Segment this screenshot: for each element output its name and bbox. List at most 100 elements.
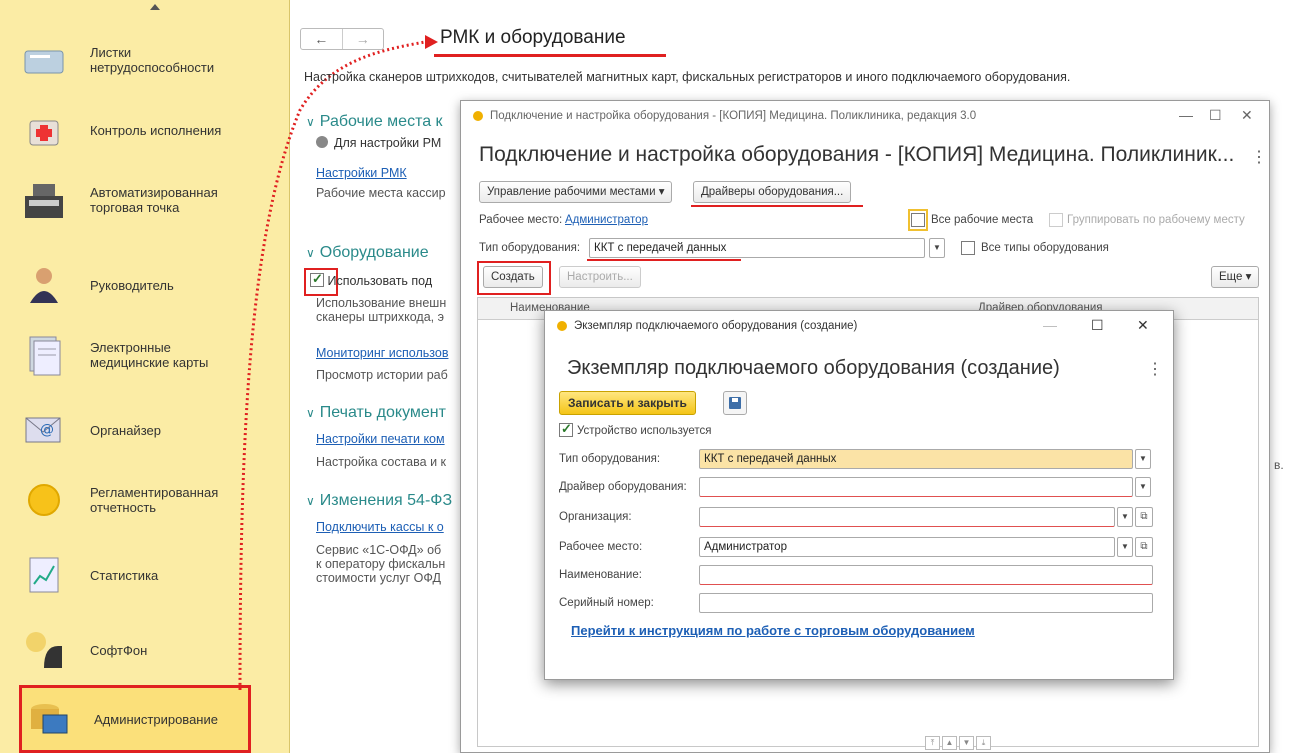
group-by-label: Группировать по рабочему месту [1067,214,1245,226]
scroll-down-icon[interactable]: ▼ [959,736,974,750]
scroll-up-icon[interactable]: ▲ [942,736,957,750]
open-icon[interactable]: ⧉ [1135,537,1153,557]
svg-text:@: @ [40,422,54,438]
checkbox[interactable] [310,271,324,287]
instructions-link[interactable]: Перейти к инструкциям по работе с торгов… [571,623,975,638]
report-circle-icon [18,477,70,523]
softphone-icon [18,627,70,673]
maximize-button[interactable]: ☐ [1091,317,1104,334]
dialog-titlebar: Экземпляр подключаемого оборудования (со… [545,311,1173,341]
section-print[interactable]: ∨ Печать документ [306,404,446,422]
equipment-type-label: Тип оборудования: [479,242,581,254]
all-workplaces-label: Все рабочие места [931,214,1034,226]
dialog-title: Экземпляр подключаемого оборудования (со… [574,320,858,332]
window-heading: Подключение и настройка оборудования - [… [479,143,1235,166]
more-button[interactable]: Еще ▾ [1211,266,1260,288]
chevron-down-icon[interactable]: ▼ [1117,507,1133,527]
workplace-link[interactable]: Администратор [565,214,648,226]
save-disk-icon[interactable] [723,391,747,415]
minimize-button[interactable]: — [1179,107,1193,123]
checkbox[interactable] [1049,213,1063,227]
chevron-down-icon[interactable]: ▼ [1135,449,1151,469]
workplaces-text: Рабочие места кассир [316,186,446,200]
equipment-type-field[interactable]: ККТ с передачей данных [589,238,925,258]
drivers-button[interactable]: Драйверы оборудования... [693,181,852,203]
in-use-checkbox[interactable] [559,421,573,438]
connect-cash-link[interactable]: Подключить кассы к о [316,520,444,534]
equipment-type-underline [587,259,741,261]
changes-text: Сервис «1С-ОФД» об к оператору фискальн … [316,543,446,585]
chevron-down-icon[interactable]: ▼ [1117,537,1133,557]
section-equipment[interactable]: ∨ Оборудование [306,244,429,262]
print-text: Настройка состава и к [316,455,446,469]
name-input[interactable] [699,565,1153,585]
statistics-icon [18,552,70,598]
dialog-heading: Экземпляр подключаемого оборудования (со… [567,357,1060,379]
medical-records-icon [18,332,70,378]
use-equipment-checkbox[interactable]: Использовать под [310,271,432,288]
all-types-checkbox[interactable] [961,241,975,256]
more-vert-icon[interactable]: ⋮ [1147,359,1163,379]
more-vert-icon[interactable]: ⋮ [1251,147,1267,167]
configure-button[interactable]: Настроить... [559,266,641,288]
workplace-input[interactable]: Администратор [699,537,1115,557]
section-workplaces[interactable]: ∨ Рабочие места к [306,113,443,131]
rmk-settings-link[interactable]: Настройки РМК [316,166,407,180]
checkbox[interactable] [961,241,975,255]
manager-icon [18,262,70,308]
sidebar-item-administration[interactable]: Администрирование [19,685,251,753]
organization-input[interactable] [699,507,1115,527]
app-dot-icon [473,111,483,121]
open-icon[interactable]: ⧉ [1135,507,1153,527]
checkbox[interactable] [911,213,925,227]
minimize-button[interactable]: — [1043,317,1057,333]
section-changes[interactable]: ∨ Изменения 54-ФЗ [306,492,452,510]
field-label-type: Тип оборудования: [559,453,661,465]
create-highlight [477,261,551,295]
info-icon [316,136,328,148]
field-label-workplace: Рабочее место: [559,541,643,553]
window-titlebar: Подключение и настройка оборудования - [… [461,101,1269,131]
table-scroll-controls: ⤒ ▲ ▼ ⤓ [925,736,991,750]
save-close-button[interactable]: Записать и закрыть [559,391,696,415]
manage-workplaces-button[interactable]: Управление рабочими местами ▾ [479,181,673,203]
chevron-down-icon: ∨ [306,246,315,260]
workplaces-hint: Для настройки РМ [316,136,441,150]
page-title: РМК и оборудование [440,27,626,48]
field-label-name: Наименование: [559,569,642,581]
group-by-checkbox[interactable] [1049,213,1063,228]
edge-text: в. [1274,458,1284,472]
close-button[interactable]: ✕ [1241,107,1253,124]
workplace-label: Рабочее место: [479,214,563,226]
email-icon: @ [18,407,70,453]
chevron-down-icon: ∨ [306,494,315,508]
checkbox[interactable] [559,421,573,437]
chevron-down-icon[interactable]: ▼ [929,238,945,258]
all-workplaces-checkbox[interactable] [911,213,925,228]
scroll-up-icon[interactable] [150,4,160,10]
serial-input[interactable] [699,593,1153,613]
field-label-driver: Драйвер оборудования: [559,481,687,493]
drivers-underline [691,205,863,207]
equipment-text: Использование внешн сканеры штрихкода, э [316,296,447,324]
equipment-instance-dialog: Экземпляр подключаемого оборудования (со… [544,310,1174,680]
driver-input[interactable] [699,477,1133,497]
field-label-org: Организация: [559,511,632,523]
print-settings-link[interactable]: Настройки печати ком [316,432,445,446]
scroll-top-icon[interactable]: ⤒ [925,736,940,750]
close-button[interactable]: ✕ [1137,317,1149,334]
chevron-down-icon: ∨ [306,406,315,420]
sick-leave-icon [18,37,70,83]
chevron-down-icon: ∨ [306,115,315,129]
chevron-down-icon[interactable]: ▼ [1135,477,1151,497]
administration-icon [22,696,74,742]
equipment-type-input[interactable]: ККТ с передачей данных [699,449,1133,469]
app-dot-icon [557,321,567,331]
maximize-button[interactable]: ☐ [1209,107,1222,124]
equipment-history-text: Просмотр истории раб [316,368,448,382]
title-underline [434,54,666,57]
in-use-label: Устройство используется [577,425,712,437]
monitoring-link[interactable]: Мониторинг использов [316,346,448,360]
scroll-bottom-icon[interactable]: ⤓ [976,736,991,750]
window-title: Подключение и настройка оборудования - [… [490,110,977,122]
